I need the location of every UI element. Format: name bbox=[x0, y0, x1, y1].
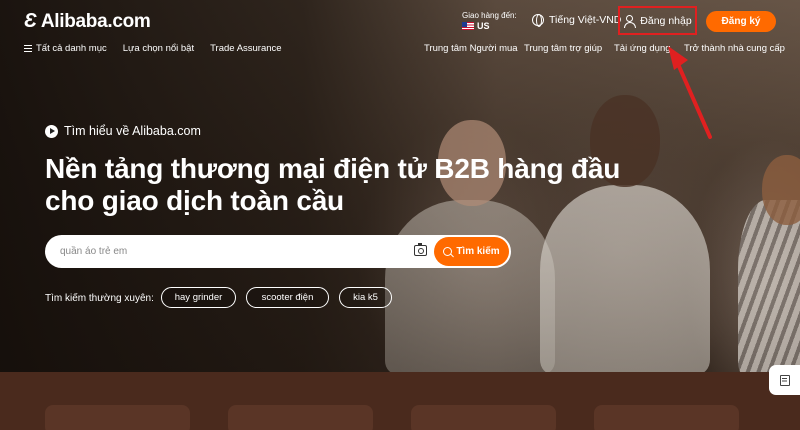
hero-person-figure bbox=[385, 200, 555, 375]
learn-more-link[interactable]: Tìm hiểu về Alibaba.com bbox=[45, 124, 201, 138]
nav-item-label: Lựa chọn nổi bật bbox=[122, 43, 195, 54]
content-card[interactable] bbox=[594, 405, 739, 430]
globe-icon bbox=[532, 14, 544, 27]
hero-headline: Nền tảng thương mại điện tử B2B hàng đầu… bbox=[45, 153, 645, 217]
feedback-icon bbox=[779, 374, 790, 386]
language-label: Tiếng Việt-VND bbox=[549, 14, 622, 26]
content-card[interactable] bbox=[45, 405, 190, 430]
frequent-search-chip[interactable]: hay grinder bbox=[161, 287, 236, 308]
signup-button[interactable]: Đăng ký bbox=[706, 11, 776, 32]
content-card[interactable] bbox=[411, 405, 556, 430]
nav-all-categories[interactable]: Tất cả danh mục bbox=[24, 43, 107, 54]
annotation-arrow-icon bbox=[668, 46, 712, 139]
primary-nav: Tất cả danh mục Lựa chọn nổi bật Trade A… bbox=[24, 43, 282, 54]
frequent-search-chip[interactable]: scooter điện bbox=[246, 287, 329, 308]
ship-to-label: Giao hàng đến: bbox=[462, 11, 517, 20]
learn-more-label: Tìm hiểu về Alibaba.com bbox=[64, 124, 201, 138]
logo-mark-icon: Ɛ bbox=[24, 10, 37, 32]
play-icon bbox=[45, 124, 58, 138]
frequent-searches-label: Tìm kiếm thường xuyên: bbox=[45, 293, 154, 304]
ship-to-country: US bbox=[477, 21, 490, 31]
headline-line: Nền tảng thương mại điện tử B2B hàng đầu bbox=[45, 153, 621, 184]
feedback-widget[interactable] bbox=[769, 365, 800, 395]
user-icon bbox=[623, 14, 636, 28]
search-icon bbox=[443, 247, 453, 256]
search-bar: Tìm kiếm bbox=[45, 235, 511, 268]
frequent-search-chip[interactable]: kia k5 bbox=[339, 287, 392, 308]
search-button[interactable]: Tìm kiếm bbox=[434, 237, 509, 266]
content-card[interactable] bbox=[228, 405, 373, 430]
hero-person-figure bbox=[738, 200, 800, 375]
alibaba-logo[interactable]: Ɛ Alibaba.com bbox=[24, 10, 151, 33]
headline-line: cho giao dịch toàn cầu bbox=[45, 185, 344, 216]
ship-to-selector[interactable]: Giao hàng đến: US bbox=[462, 11, 517, 31]
language-selector[interactable]: Tiếng Việt-VND bbox=[532, 14, 622, 27]
nav-item-label: Tất cả danh mục bbox=[36, 43, 107, 54]
nav-item-label: Trade Assurance bbox=[210, 43, 282, 54]
login-label: Đăng nhập bbox=[640, 14, 692, 27]
menu-icon bbox=[24, 45, 32, 52]
nav-trade-assurance[interactable]: Trade Assurance bbox=[210, 43, 281, 54]
nav-help-center[interactable]: Trung tâm trợ giúp bbox=[524, 43, 602, 54]
nav-featured-selections[interactable]: Lựa chọn nổi bật bbox=[123, 43, 194, 54]
logo-text: Alibaba.com bbox=[40, 10, 151, 32]
search-input[interactable] bbox=[60, 243, 390, 260]
camera-icon[interactable] bbox=[414, 243, 427, 256]
nav-buyer-center[interactable]: Trung tâm Người mua bbox=[424, 43, 518, 54]
hero-person-head bbox=[762, 155, 800, 225]
login-button[interactable]: Đăng nhập bbox=[618, 6, 697, 35]
us-flag-icon bbox=[462, 22, 474, 30]
search-button-label: Tìm kiếm bbox=[456, 246, 500, 257]
